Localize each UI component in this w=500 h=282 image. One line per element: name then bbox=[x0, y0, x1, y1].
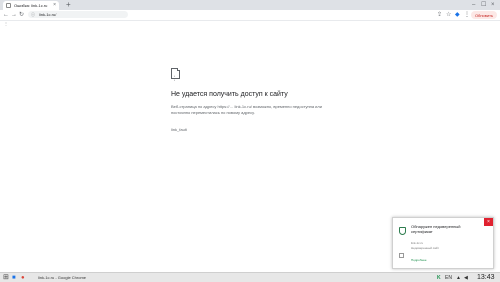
kaspersky-tray-icon[interactable]: K bbox=[437, 274, 441, 282]
start-button[interactable]: ⊞ bbox=[3, 274, 9, 282]
minimize-button[interactable]: – bbox=[472, 1, 475, 9]
chrome-icon[interactable]: ● bbox=[21, 274, 25, 282]
site-info-icon[interactable]: ⓘ bbox=[31, 12, 35, 18]
language-indicator[interactable]: EN bbox=[445, 274, 452, 282]
url-text[interactable]: link-1c.ru/ bbox=[39, 12, 56, 17]
menu-icon[interactable]: ⋮ bbox=[464, 11, 470, 19]
bookmarks-bar[interactable]: ⋮ bbox=[4, 21, 8, 26]
update-button[interactable]: Обновить bbox=[471, 11, 497, 19]
taskbar: ⊞ ■ ● link-1c.ru - Google Chrome K EN ▲ … bbox=[0, 272, 500, 282]
volume-icon[interactable]: ◀ bbox=[464, 274, 468, 282]
sad-page-icon: • • bbox=[171, 68, 180, 82]
bookmark-star-icon[interactable]: ☆ bbox=[446, 11, 451, 19]
window-close-button[interactable]: × bbox=[491, 1, 495, 9]
reload-icon[interactable]: ↻ bbox=[19, 11, 24, 19]
share-icon[interactable]: ⇪ bbox=[437, 11, 442, 19]
maximize-button[interactable]: ☐ bbox=[481, 1, 486, 9]
browser-toolbar: ← → ↻ ⓘ link-1c.ru/ ⇪ ☆ ◆ ⋮ Обновить bbox=[0, 10, 500, 21]
back-icon[interactable]: ← bbox=[3, 11, 9, 19]
address-bar[interactable]: ⓘ link-1c.ru/ bbox=[28, 11, 128, 18]
error-description: Веб-страница по адресу https://… link-1c… bbox=[171, 104, 322, 115]
taskbar-chrome-window[interactable]: link-1c.ru - Google Chrome bbox=[38, 274, 86, 282]
page-icon bbox=[6, 3, 11, 8]
lock-icon bbox=[399, 253, 404, 258]
error-code: link_fault bbox=[171, 127, 187, 132]
files-icon[interactable]: ■ bbox=[12, 274, 16, 282]
tab-title: Ошибка: link-1c.ru bbox=[14, 3, 48, 8]
extension-icon[interactable]: ◆ bbox=[455, 11, 460, 19]
popup-site: link-1c.ru bbox=[411, 241, 424, 245]
network-icon[interactable]: ▲ bbox=[456, 274, 461, 282]
popup-details-link[interactable]: Подробнее bbox=[411, 258, 427, 262]
certificate-warning-popup: × Обнаружен недоверенный сертификат link… bbox=[392, 217, 494, 269]
new-tab-button[interactable]: + bbox=[66, 0, 71, 10]
popup-title: Обнаружен недоверенный сертификат bbox=[411, 224, 461, 234]
error-title: Не удается получить доступ к сайту bbox=[171, 91, 288, 98]
popup-close-button[interactable]: × bbox=[484, 218, 493, 226]
forward-icon[interactable]: → bbox=[11, 11, 17, 19]
clock[interactable]: 13:43 bbox=[477, 274, 495, 282]
tab-close-icon[interactable]: × bbox=[53, 2, 56, 8]
popup-status: Недоверенный сайт bbox=[411, 246, 439, 250]
tab-strip: Ошибка: link-1c.ru × + – ☐ × bbox=[0, 0, 500, 10]
tab-active[interactable]: Ошибка: link-1c.ru × bbox=[3, 1, 59, 10]
shield-icon bbox=[399, 227, 406, 235]
